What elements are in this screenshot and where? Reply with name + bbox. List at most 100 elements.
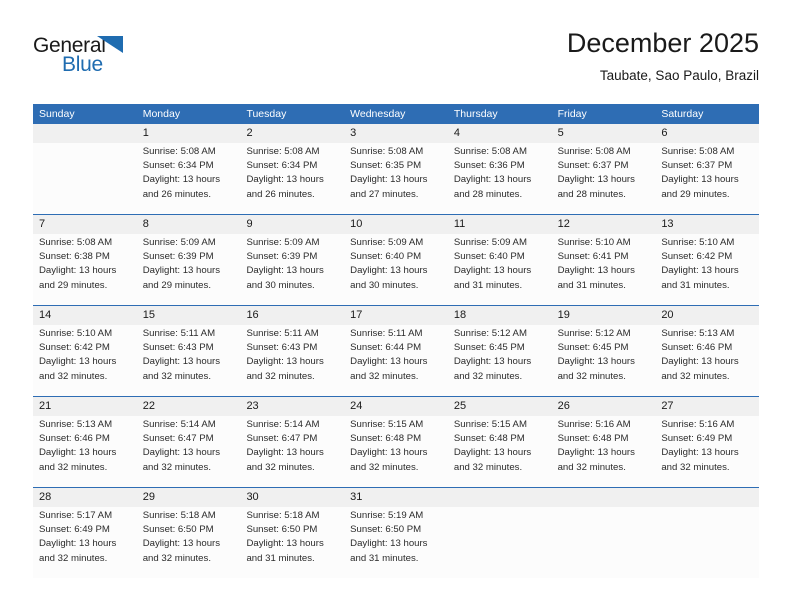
day-number-19[interactable]: 19 (552, 306, 656, 325)
day-number-21[interactable]: 21 (33, 397, 137, 416)
day-number-4[interactable]: 4 (448, 124, 552, 143)
day-cell-15[interactable]: Sunrise: 5:11 AM Sunset: 6:43 PM Daylight:… (137, 325, 241, 396)
day-cell-1[interactable]: Sunrise: 5:08 AM Sunset: 6:34 PM Daylight:… (137, 143, 241, 214)
day-cell-18[interactable]: Sunrise: 5:12 AM Sunset: 6:45 PM Daylight:… (448, 325, 552, 396)
day-cell-6[interactable]: Sunrise: 5:08 AM Sunset: 6:37 PM Daylight:… (655, 143, 759, 214)
day-cell-8[interactable]: Sunrise: 5:09 AM Sunset: 6:39 PM Daylight:… (137, 234, 241, 305)
day-number-22[interactable]: 22 (137, 397, 241, 416)
day-number-28[interactable]: 28 (33, 488, 137, 507)
day-detail-line: Sunset: 6:48 PM (557, 433, 629, 445)
day-cell-12[interactable]: Sunrise: 5:10 AM Sunset: 6:41 PM Daylight:… (552, 234, 656, 305)
day-detail-line: Daylight: 13 hours (246, 265, 324, 277)
day-detail-line: Daylight: 13 hours (661, 174, 739, 186)
day-detail-line: and 32 minutes. (453, 461, 523, 473)
day-detail-line: Sunset: 6:46 PM (661, 342, 733, 354)
day-cell-17[interactable]: Sunrise: 5:11 AM Sunset: 6:44 PM Daylight:… (344, 325, 448, 396)
calendar-table: Sunday Monday Tuesday Wednesday Thursday Frid… (33, 104, 759, 578)
day-detail-line: Sunrise: 5:09 AM (453, 237, 527, 248)
day-number-6[interactable]: 6 (655, 124, 759, 143)
day-cell-31[interactable]: Sunrise: 5:19 AM Sunset: 6:50 PM Daylight:… (344, 507, 448, 578)
day-number-7[interactable]: 7 (33, 215, 137, 234)
day-cell-24[interactable]: Sunrise: 5:15 AM Sunset: 6:48 PM Daylight:… (344, 416, 448, 487)
day-detail-line: and 31 minutes. (557, 279, 626, 291)
day-number-29[interactable]: 29 (137, 488, 241, 507)
day-cell-26[interactable]: Sunrise: 5:16 AM Sunset: 6:48 PM Daylight:… (552, 416, 656, 487)
day-cell-23[interactable]: Sunrise: 5:14 AM Sunset: 6:47 PM Daylight:… (240, 416, 344, 487)
day-number-9[interactable]: 9 (240, 215, 344, 234)
day-number-15[interactable]: 15 (137, 306, 241, 325)
day-cell-3[interactable]: Sunrise: 5:08 AM Sunset: 6:35 PM Daylight:… (344, 143, 448, 214)
day-cell-4[interactable]: Sunrise: 5:08 AM Sunset: 6:36 PM Daylight:… (448, 143, 552, 214)
day-number-16[interactable]: 16 (240, 306, 344, 325)
week-body-band: Sunrise: 5:17 AM Sunset: 6:49 PM Daylight:… (33, 507, 759, 578)
day-number-2[interactable]: 2 (240, 124, 344, 143)
day-number-11[interactable]: 11 (448, 215, 552, 234)
day-detail-line: Daylight: 13 hours (39, 538, 117, 550)
day-detail-line: Sunrise: 5:10 AM (557, 237, 631, 248)
day-number-23[interactable]: 23 (240, 397, 344, 416)
day-cell-27[interactable]: Sunrise: 5:16 AM Sunset: 6:49 PM Daylight:… (655, 416, 759, 487)
day-cell-9[interactable]: Sunrise: 5:09 AM Sunset: 6:39 PM Daylight:… (240, 234, 344, 305)
day-cell-11[interactable]: Sunrise: 5:09 AM Sunset: 6:40 PM Daylight:… (448, 234, 552, 305)
day-detail-line: and 32 minutes. (661, 370, 730, 382)
day-detail-line: Daylight: 13 hours (661, 447, 739, 459)
day-number-5[interactable]: 5 (552, 124, 656, 143)
day-cell-13[interactable]: Sunrise: 5:10 AM Sunset: 6:42 PM Daylight:… (655, 234, 759, 305)
day-cell-2[interactable]: Sunrise: 5:08 AM Sunset: 6:34 PM Daylight:… (240, 143, 344, 214)
day-cell-19[interactable]: Sunrise: 5:12 AM Sunset: 6:45 PM Daylight:… (552, 325, 656, 396)
day-cell-14[interactable]: Sunrise: 5:10 AM Sunset: 6:42 PM Daylight:… (33, 325, 137, 396)
day-cell-5[interactable]: Sunrise: 5:08 AM Sunset: 6:37 PM Daylight:… (552, 143, 656, 214)
day-cell-20[interactable]: Sunrise: 5:13 AM Sunset: 6:46 PM Daylight:… (655, 325, 759, 396)
day-number-10[interactable]: 10 (344, 215, 448, 234)
day-detail-line: Sunrise: 5:16 AM (661, 419, 735, 430)
day-number-25[interactable]: 25 (448, 397, 552, 416)
day-detail-line: Sunrise: 5:08 AM (661, 146, 735, 157)
day-number-12[interactable]: 12 (552, 215, 656, 234)
day-cell-empty (552, 507, 656, 578)
day-number-17[interactable]: 17 (344, 306, 448, 325)
day-cell-empty (33, 143, 137, 214)
day-number-24[interactable]: 24 (344, 397, 448, 416)
page-title: December 2025 (566, 28, 759, 58)
day-cell-29[interactable]: Sunrise: 5:18 AM Sunset: 6:50 PM Daylight:… (137, 507, 241, 578)
day-detail-line: Sunrise: 5:11 AM (246, 328, 319, 339)
day-detail-line: and 31 minutes. (661, 279, 730, 291)
day-detail-line: Daylight: 13 hours (350, 447, 428, 459)
day-detail-line: and 32 minutes. (39, 552, 108, 564)
day-cell-30[interactable]: Sunrise: 5:18 AM Sunset: 6:50 PM Daylight:… (240, 507, 344, 578)
day-detail-line: Sunrise: 5:19 AM (350, 510, 424, 521)
day-cell-28[interactable]: Sunrise: 5:17 AM Sunset: 6:49 PM Daylight:… (33, 507, 137, 578)
day-cell-7[interactable]: Sunrise: 5:08 AM Sunset: 6:38 PM Daylight:… (33, 234, 137, 305)
day-detail-line: Sunset: 6:47 PM (142, 433, 214, 445)
calendar-week-row: 21 22 23 24 25 26 27 Sunrise: 5:13 AM Sunset: 6:… (33, 396, 759, 487)
day-detail-line: Sunrise: 5:13 AM (661, 328, 735, 339)
week-daynumber-band: 28 29 30 31 (33, 488, 759, 507)
day-number-1[interactable]: 1 (137, 124, 241, 143)
calendar-weeks: 1 2 3 4 5 6 Sunrise: 5:08 AM Sunset: 6:34 PM Day… (33, 124, 759, 578)
day-detail-line: Sunset: 6:45 PM (453, 342, 525, 354)
day-detail-line: Daylight: 13 hours (661, 265, 739, 277)
day-cell-16[interactable]: Sunrise: 5:11 AM Sunset: 6:43 PM Daylight:… (240, 325, 344, 396)
general-blue-logo[interactable]: General Blue (33, 34, 163, 82)
day-detail-line: Daylight: 13 hours (557, 174, 635, 186)
day-number-13[interactable]: 13 (655, 215, 759, 234)
week-body-band: Sunrise: 5:13 AM Sunset: 6:46 PM Daylight:… (33, 416, 759, 487)
day-number-27[interactable]: 27 (655, 397, 759, 416)
day-number-14[interactable]: 14 (33, 306, 137, 325)
day-number-31[interactable]: 31 (344, 488, 448, 507)
day-detail-line: and 28 minutes. (557, 188, 626, 200)
day-number-20[interactable]: 20 (655, 306, 759, 325)
day-cell-empty (655, 507, 759, 578)
day-cell-25[interactable]: Sunrise: 5:15 AM Sunset: 6:48 PM Daylight:… (448, 416, 552, 487)
day-cell-22[interactable]: Sunrise: 5:14 AM Sunset: 6:47 PM Daylight:… (137, 416, 241, 487)
day-number-26[interactable]: 26 (552, 397, 656, 416)
day-number-30[interactable]: 30 (240, 488, 344, 507)
day-detail-line: Daylight: 13 hours (453, 174, 532, 186)
day-cell-21[interactable]: Sunrise: 5:13 AM Sunset: 6:46 PM Daylight:… (33, 416, 137, 487)
day-number-3[interactable]: 3 (344, 124, 448, 143)
day-number-8[interactable]: 8 (137, 215, 241, 234)
day-number-18[interactable]: 18 (448, 306, 552, 325)
day-cell-10[interactable]: Sunrise: 5:09 AM Sunset: 6:40 PM Daylight:… (344, 234, 448, 305)
day-detail-line: Sunset: 6:48 PM (350, 433, 422, 445)
day-detail-line: Sunset: 6:38 PM (39, 251, 110, 263)
